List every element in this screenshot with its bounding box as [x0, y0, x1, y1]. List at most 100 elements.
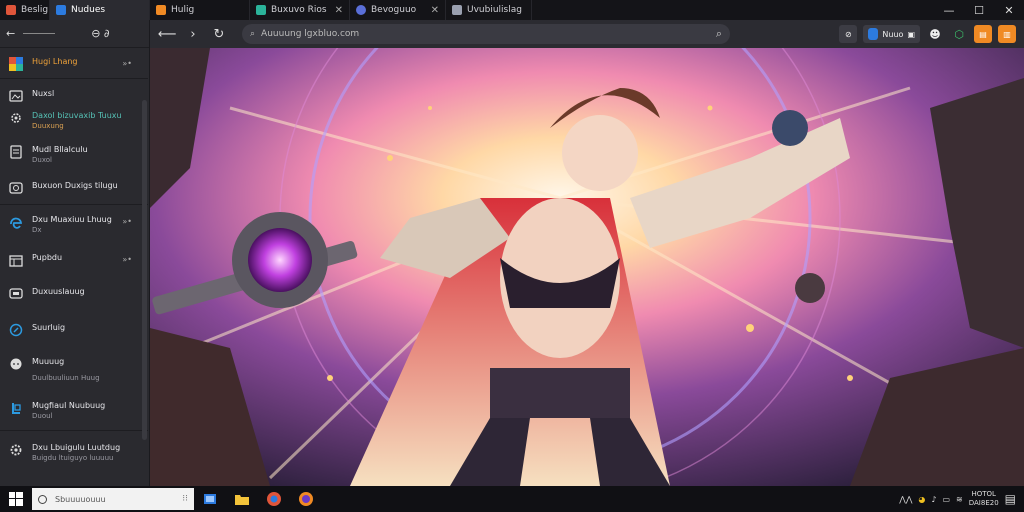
address-text: Auuuung lgxbluo.com: [261, 29, 360, 39]
shield-icon[interactable]: ⬡: [950, 25, 968, 43]
sidebar: ← ⊖ ∂ Hugi Lhang »• Nuxsl Daxol bizuvaxi…: [0, 20, 150, 486]
photo-icon: [8, 180, 24, 196]
sidebar-item-hugi-lhang[interactable]: Hugi Lhang »•: [0, 56, 140, 72]
toolbar-actions: ⊘ Nuuo ▣ ☻ ⬡ ▤ ▥: [839, 25, 1016, 43]
windows-start-icon[interactable]: [0, 486, 32, 512]
tab-favicon-icon: [256, 5, 266, 15]
tab-uvubiulislag[interactable]: Uvubiulislag: [446, 0, 532, 20]
search-placeholder: Sbuuuuouuu: [55, 494, 106, 504]
orange-app-icon[interactable]: ▤: [974, 25, 992, 43]
network-icon[interactable]: ⋀⋀: [899, 495, 912, 504]
divider: [0, 430, 148, 431]
notification-icon[interactable]: ▤: [1005, 492, 1016, 506]
artwork-image: [150, 48, 1024, 486]
weather-icon[interactable]: ◕: [918, 495, 925, 504]
chevron-icon: »•: [122, 255, 132, 264]
sidebar-item-duxuuslauug[interactable]: Duxuuslauug: [0, 286, 140, 302]
sidebar-item-sublabel: Duuxung: [32, 122, 64, 130]
sidebar-scrollbar[interactable]: [142, 100, 147, 440]
monitor-icon: [8, 286, 24, 302]
firefox-icon[interactable]: [290, 486, 322, 512]
sidebar-item-daxol[interactable]: Daxol bizuvaxib Tuuxu Duuxung: [0, 110, 140, 131]
battery-icon[interactable]: ▭: [942, 495, 950, 504]
sidebar-item-sublabel: Dx: [32, 226, 42, 234]
wifi-icon[interactable]: ≋: [956, 495, 963, 504]
tab-label: Beslig: [21, 5, 49, 15]
browser-icon[interactable]: [258, 486, 290, 512]
sidebar-item-label: Dxu Muaxiuu Lhuug: [32, 215, 112, 224]
sidebar-item-muuuug[interactable]: Muuuug Duulbuuliuun Huug: [0, 356, 140, 383]
extension-icon: [868, 28, 879, 40]
tab-label: Nudues: [71, 5, 106, 15]
profile-icon[interactable]: ☻: [926, 25, 944, 43]
sidebar-item-sublabel: Buigdu ltuiguyo luuuuu: [32, 454, 114, 462]
orange-menu-icon[interactable]: ▥: [998, 25, 1016, 43]
sidebar-item-label: Hugi Lhang: [32, 57, 78, 66]
tab-label: Bevoguuo: [371, 5, 417, 15]
taskview-icon[interactable]: [194, 486, 226, 512]
search-icon: [38, 494, 47, 504]
speaker-icon[interactable]: ♪: [931, 495, 936, 504]
back-icon[interactable]: ⟵: [158, 25, 177, 43]
close-window-icon[interactable]: ✕: [994, 0, 1024, 20]
edge-icon: [8, 214, 24, 230]
tab-hulig[interactable]: Hulig: [150, 0, 250, 20]
divider: [23, 33, 56, 34]
sidebar-header: ← ⊖ ∂: [0, 20, 149, 48]
sidebar-item-label: Daxol bizuvaxib Tuuxu: [32, 111, 122, 120]
clock[interactable]: HOTOL DAI8E20: [969, 490, 999, 508]
sidebar-item-dxu-lbuigulu[interactable]: Dxu Lbuigulu Luutdug Buigdu ltuiguyo luu…: [0, 442, 140, 463]
address-bar[interactable]: ⌕ Auuuung lgxbluo.com ⌕: [242, 24, 730, 44]
sidebar-item-pupbdu[interactable]: Pupbdu »•: [0, 252, 140, 268]
divider: [0, 78, 148, 79]
clock-date: DAI8E20: [968, 499, 999, 507]
close-icon[interactable]: ✕: [423, 5, 439, 16]
sidebar-item-sublabel: Duxol: [32, 156, 52, 164]
sidebar-item-label: Nuxsl: [32, 89, 55, 98]
extension-button[interactable]: Nuuo ▣: [863, 25, 920, 43]
sidebar-item-label: Mugfiaul Nuubuug: [32, 401, 106, 410]
sidebar-item-label: Mudl Bllalculu: [32, 145, 88, 154]
blue-app-icon: [8, 400, 24, 416]
sidebar-item-label: Suurluig: [32, 323, 66, 332]
tab-nudues[interactable]: Nudues: [50, 0, 150, 20]
taskbar-search-input[interactable]: Sbuuuuouuu ⁝⁝: [32, 488, 194, 510]
search-icon[interactable]: ⌕: [716, 27, 722, 41]
clock-time: HOTOL: [971, 490, 996, 498]
sidebar-item-label: Buxuon Duxigs tilugu: [32, 181, 118, 190]
tab-label: Uvubiulislag: [467, 5, 522, 15]
sidebar-item-label: Duxuuslauug: [32, 287, 85, 296]
file-explorer-icon[interactable]: [226, 486, 258, 512]
forward-icon[interactable]: ›: [184, 25, 202, 43]
sidebar-item-buxuon[interactable]: Buxuon Duxigs tilugu: [0, 180, 140, 196]
chevron-icon: »•: [122, 217, 132, 226]
tab-bevoguuo[interactable]: Bevoguuo ✕: [350, 0, 446, 20]
tab-buxuvo-rios[interactable]: Buxuvo Rios ✕: [250, 0, 350, 20]
tab-favicon-icon: [356, 5, 366, 15]
divider: [0, 204, 148, 205]
browser-window: Beslig Nudues Hulig Buxuvo Rios ✕ Bevogu…: [0, 0, 1024, 512]
sidebar-item-mugfiaul[interactable]: Mugfiaul Nuubuug Duoul: [0, 400, 140, 421]
settings-icon: [8, 442, 24, 458]
close-icon[interactable]: ✕: [327, 5, 343, 16]
maximize-icon[interactable]: ☐: [964, 0, 994, 20]
zoom-button[interactable]: ⊘: [839, 25, 858, 43]
tab-beslig[interactable]: Beslig: [0, 0, 50, 20]
sidebar-item-dxu-muaxiuu[interactable]: Dxu Muaxiuu Lhuug Dx »•: [0, 214, 140, 235]
mic-icon[interactable]: ⁝⁝: [182, 494, 188, 504]
tab-favicon-icon: [56, 5, 66, 15]
system-tray: ⋀⋀ ◕ ♪ ▭ ≋ HOTOL DAI8E20 ▤: [899, 490, 1024, 508]
refresh-icon[interactable]: ↻: [210, 25, 228, 43]
sidebar-item-suurluig[interactable]: Suurluig: [0, 322, 140, 338]
back-arrow-icon[interactable]: ←: [6, 27, 15, 40]
image-icon: [8, 88, 24, 104]
compass-icon: [8, 322, 24, 338]
tab-favicon-icon: [452, 5, 462, 15]
tab-favicon-icon: [156, 5, 166, 15]
window-icon: ▣: [907, 29, 915, 39]
minimize-icon[interactable]: —: [934, 0, 964, 20]
page-artwork: [150, 48, 1024, 486]
sidebar-item-mudl[interactable]: Mudl Bllalculu Duxol: [0, 144, 140, 165]
sidebar-item-nuxsl[interactable]: Nuxsl: [0, 88, 140, 104]
tab-label: Hulig: [171, 5, 195, 15]
